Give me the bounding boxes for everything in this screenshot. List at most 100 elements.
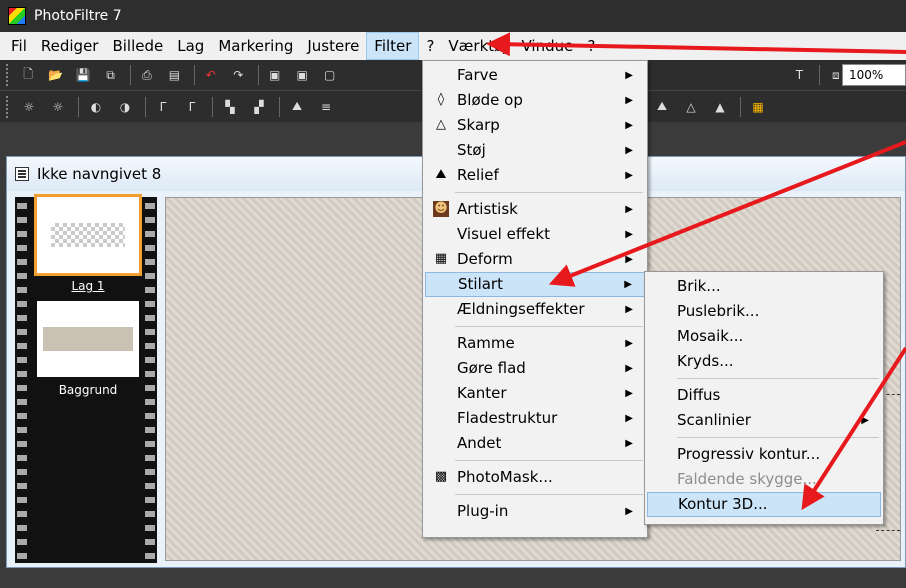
mask-icon: ▩ bbox=[434, 469, 448, 484]
submenu-arrow-icon: ▶ bbox=[625, 254, 633, 265]
menu-rediger[interactable]: Rediger bbox=[34, 32, 106, 60]
submenu-arrow-icon: ▶ bbox=[624, 279, 632, 290]
menu-item-kontur-3d[interactable]: Kontur 3D... bbox=[647, 492, 881, 517]
menu-item-ramme[interactable]: Ramme ▶ bbox=[425, 331, 645, 356]
menu-item-stilart[interactable]: Stilart ▶ bbox=[425, 272, 645, 297]
gamma-down-icon[interactable]: Γ bbox=[150, 96, 176, 118]
brightness-up-icon[interactable]: ☼ bbox=[45, 96, 71, 118]
menu-item-progressiv-kontur[interactable]: Progressiv kontur... bbox=[647, 442, 881, 467]
menu-item-kryds[interactable]: Kryds... bbox=[647, 349, 881, 374]
menu-item-bloede-op[interactable]: ◊ Bløde op ▶ bbox=[425, 88, 645, 113]
transparent-thumbnail bbox=[51, 223, 125, 247]
undo-icon[interactable]: ↶ bbox=[199, 64, 223, 86]
menu-item-brik[interactable]: Brik... bbox=[647, 274, 881, 299]
layer-thumbnail[interactable] bbox=[37, 301, 139, 377]
menu-item-label: Puslebrik... bbox=[677, 302, 760, 320]
triangle-icon[interactable]: △ bbox=[678, 96, 704, 118]
text-tool-icon[interactable]: T bbox=[787, 64, 811, 86]
menu-lag[interactable]: Lag bbox=[170, 32, 211, 60]
layer-item-baggrund[interactable]: Baggrund bbox=[37, 301, 139, 397]
menu-item-kanter[interactable]: Kanter ▶ bbox=[425, 381, 645, 406]
crop-icon[interactable]: ▢ bbox=[317, 64, 341, 86]
portrait-icon: ☻ bbox=[433, 201, 449, 217]
document-title: Ikke navngivet 8 bbox=[37, 165, 162, 183]
menu-item-fladestruktur[interactable]: Fladestruktur ▶ bbox=[425, 406, 645, 431]
scan-icon[interactable]: ▤ bbox=[162, 64, 186, 86]
layer-item-lag-1[interactable]: Lag 1 bbox=[34, 194, 142, 293]
film-perforation bbox=[17, 197, 27, 563]
adjust-icon[interactable]: ≡ bbox=[313, 96, 339, 118]
menu-item-diffus[interactable]: Diffus bbox=[647, 383, 881, 408]
redo-icon[interactable]: ↷ bbox=[226, 64, 250, 86]
menu-unknown[interactable]: ? bbox=[419, 32, 441, 60]
menu-item-label: Brik... bbox=[677, 277, 721, 295]
zoom-level-field[interactable]: 100% bbox=[842, 64, 906, 86]
submenu-arrow-icon: ▶ bbox=[625, 388, 633, 399]
menu-separator bbox=[455, 460, 643, 461]
menu-item-label: Deform bbox=[457, 250, 513, 268]
image-size-icon[interactable]: ▣ bbox=[262, 64, 286, 86]
menu-markering[interactable]: Markering bbox=[211, 32, 300, 60]
menu-bar: Fil Rediger Billede Lag Markering Juster… bbox=[0, 32, 906, 60]
menu-help[interactable]: ? bbox=[580, 32, 602, 60]
toolbar-divider bbox=[212, 96, 213, 117]
gamma-up-icon[interactable]: Γ bbox=[179, 96, 205, 118]
saturation-up-icon[interactable]: ▞ bbox=[246, 96, 272, 118]
filter-dropdown-menu: Farve ▶ ◊ Bløde op ▶ △ Skarp ▶ Støj ▶ ⛰ Relief ▶… bbox=[422, 60, 648, 538]
menu-item-deform[interactable]: ▦ Deform ▶ bbox=[425, 247, 645, 272]
menu-item-artistisk[interactable]: ☻ Artistisk ▶ bbox=[425, 197, 645, 222]
relief-icon[interactable]: ⛰ bbox=[649, 96, 675, 118]
menu-item-skarp[interactable]: △ Skarp ▶ bbox=[425, 113, 645, 138]
menu-item-mosaik[interactable]: Mosaik... bbox=[647, 324, 881, 349]
toolbar-divider bbox=[78, 96, 79, 117]
submenu-arrow-icon: ▶ bbox=[625, 170, 633, 181]
menu-item-visuel-effekt[interactable]: Visuel effekt ▶ bbox=[425, 222, 645, 247]
menu-justere[interactable]: Justere bbox=[300, 32, 366, 60]
menu-item-label: Progressiv kontur... bbox=[677, 445, 821, 463]
menu-billede[interactable]: Billede bbox=[105, 32, 170, 60]
color-palette-icon[interactable]: ▦ bbox=[745, 96, 771, 118]
menu-fil[interactable]: Fil bbox=[4, 32, 34, 60]
grid-icon: ▦ bbox=[434, 251, 448, 266]
saturation-down-icon[interactable]: ▚ bbox=[217, 96, 243, 118]
layer-thumbnail[interactable] bbox=[34, 194, 142, 276]
triangle-icon[interactable]: ▲ bbox=[707, 96, 733, 118]
menu-item-label: Gøre flad bbox=[457, 359, 526, 377]
menu-filter[interactable]: Filter bbox=[366, 32, 420, 60]
menu-item-relief[interactable]: ⛰ Relief ▶ bbox=[425, 163, 645, 188]
toolbar-divider bbox=[129, 65, 131, 85]
levels-icon[interactable]: ⛰ bbox=[284, 96, 310, 118]
menu-item-label: PhotoMask... bbox=[457, 468, 553, 486]
menu-item-scanlinier[interactable]: Scanlinier ▶ bbox=[647, 408, 881, 433]
print-icon[interactable]: ⎙ bbox=[135, 64, 159, 86]
submenu-arrow-icon: ▶ bbox=[625, 95, 633, 106]
canvas-size-icon[interactable]: ▣ bbox=[290, 64, 314, 86]
menu-item-farve[interactable]: Farve ▶ bbox=[425, 63, 645, 88]
contrast-down-icon[interactable]: ◐ bbox=[83, 96, 109, 118]
submenu-arrow-icon: ▶ bbox=[625, 338, 633, 349]
photofiltre-app-icon bbox=[8, 7, 26, 25]
layer-filmstrip: Lag 1 Baggrund bbox=[15, 194, 157, 563]
menu-item-stoej[interactable]: Støj ▶ bbox=[425, 138, 645, 163]
save-all-icon[interactable]: ⧉ bbox=[98, 64, 122, 86]
contrast-up-icon[interactable]: ◑ bbox=[112, 96, 138, 118]
open-folder-icon[interactable]: 📂 bbox=[43, 64, 67, 86]
menu-item-label: Kanter bbox=[457, 384, 507, 402]
menu-item-goere-flad[interactable]: Gøre flad ▶ bbox=[425, 356, 645, 381]
layer-name: Baggrund bbox=[58, 383, 118, 397]
menu-item-photomask[interactable]: ▩ PhotoMask... bbox=[425, 465, 645, 490]
menu-item-puslebrik[interactable]: Puslebrik... bbox=[647, 299, 881, 324]
menu-item-label: Mosaik... bbox=[677, 327, 744, 345]
menu-vindue[interactable]: Vindue bbox=[515, 32, 581, 60]
save-icon[interactable]: 💾 bbox=[71, 64, 95, 86]
toolbar-grip[interactable] bbox=[6, 95, 10, 118]
menu-item-aeldningseffekter[interactable]: Ældningseffekter ▶ bbox=[425, 297, 645, 322]
menu-item-plug-in[interactable]: Plug-in ▶ bbox=[425, 499, 645, 524]
menu-item-label: Kryds... bbox=[677, 352, 734, 370]
new-file-icon[interactable]: 🗋 bbox=[16, 64, 40, 86]
menu-item-andet[interactable]: Andet ▶ bbox=[425, 431, 645, 456]
drop-icon: ◊ bbox=[437, 92, 445, 107]
menu-vaerktoej[interactable]: Værktøj bbox=[441, 32, 514, 60]
toolbar-grip[interactable] bbox=[6, 64, 10, 86]
brightness-down-icon[interactable]: ☼ bbox=[16, 96, 42, 118]
